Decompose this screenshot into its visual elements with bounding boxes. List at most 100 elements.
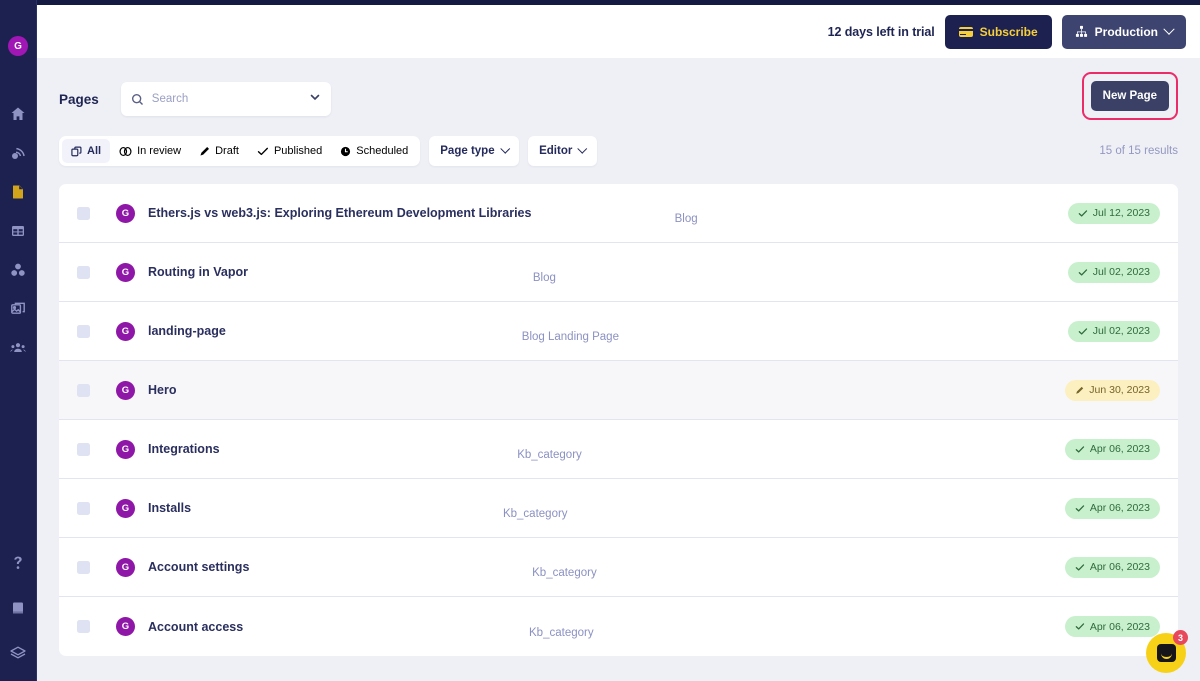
check-icon [1078,209,1087,217]
page-title-cell[interactable]: Account settings [148,560,249,574]
page-body: Pages New Page All [37,58,1200,681]
table-row[interactable]: Glanding-page Blog Landing Page Jul 02, 20… [59,302,1178,361]
search-input[interactable] [151,93,309,105]
status-date: Jul 02, 2023 [1092,325,1150,337]
status-filter-group: All In review Draft Published Scheduled [59,136,421,166]
avatar: G [116,439,135,459]
row-checkbox[interactable] [77,383,90,397]
results-count: 15 of 15 results [1099,145,1178,157]
subscribe-button[interactable]: Subscribe [944,14,1052,49]
pencil-icon [1076,386,1084,394]
page-title-cell[interactable]: Integrations [148,442,220,456]
page-title-cell[interactable]: Installs [148,501,191,515]
avatar: G [116,380,135,400]
status-date: Apr 06, 2023 [1089,561,1150,573]
page-type-dropdown-label: Page type [440,145,495,157]
media-icon[interactable] [8,299,28,319]
environment-selector[interactable]: Production [1061,14,1186,49]
table-row[interactable]: G Hero Jun 30, 2023 [59,361,1178,420]
editor-dropdown[interactable]: Editor [528,136,597,166]
status-badge: Jul 02, 2023 [1067,261,1160,283]
row-checkbox[interactable] [77,265,90,279]
table-row[interactable]: G Routing in Vapor Blog Jul 02, 2023 [59,243,1178,302]
status-badge: Apr 06, 2023 [1064,616,1160,637]
row-checkbox[interactable] [77,560,90,574]
unread-badge: 3 [1173,630,1188,645]
filter-tab-in-review[interactable]: In review [110,139,190,163]
status-badge: Apr 06, 2023 [1064,556,1160,578]
intercom-launcher-button[interactable]: 3 [1146,630,1188,673]
docs-icon[interactable] [8,598,28,618]
home-icon[interactable] [8,104,28,124]
page-type-label: Kb_category [532,567,597,579]
pages-icon[interactable] [8,182,28,202]
filter-tab-published[interactable]: Published [248,139,331,163]
check-icon [1075,445,1085,453]
avatar: G [116,617,135,636]
filter-tab-all[interactable]: All [62,139,111,163]
status-badge: Apr 06, 2023 [1064,497,1160,519]
avatar: G [116,262,135,282]
editor-dropdown-label: Editor [539,145,573,157]
status-date: Jul 02, 2023 [1092,266,1150,278]
workspace-avatar[interactable]: G [8,36,28,56]
page-title: Pages [59,91,99,107]
row-checkbox[interactable] [77,206,90,220]
check-icon [1075,563,1085,571]
search-container[interactable] [120,82,331,116]
sidebar-nav-bottom [8,553,28,663]
avatar: G [116,557,135,577]
filter-tab-scheduled[interactable]: Scheduled [331,139,417,163]
page-title-cell[interactable]: Ethers.js vs web3.js: Exploring Ethereum… [148,206,531,220]
filter-tab-draft[interactable]: Draft [190,139,248,163]
table-row[interactable]: G Account settings Kb_category Apr 06, 2023 [59,538,1178,597]
filter-tab-draft-label: Draft [215,145,239,157]
blog-icon[interactable] [8,143,28,163]
avatar: G [116,498,135,518]
page-title-cell[interactable]: Routing in Vapor [148,265,248,279]
row-checkbox[interactable] [77,501,90,515]
page-title-cell[interactable]: Account access [148,620,243,634]
status-date: Jun 30, 2023 [1089,384,1150,396]
page-type-label: Blog [532,272,556,284]
row-checkbox[interactable] [77,442,90,456]
table-row[interactable]: G Account access Kb_category Apr 06, 2023 [59,597,1178,656]
layers-icon[interactable] [8,643,28,663]
table-row[interactable]: G Ethers.js vs web3.js: Exploring Ethereu… [59,184,1178,243]
main-sidebar: G [0,0,37,681]
sidebar-nav [8,104,28,358]
search-icon [131,93,144,106]
search-dropdown-chevron-icon[interactable] [309,90,321,108]
row-checkbox[interactable] [77,324,90,338]
table-row[interactable]: G Installs Kb_category Apr 06, 2023 [59,479,1178,538]
status-badge: Jun 30, 2023 [1065,379,1160,401]
avatar: G [116,321,135,341]
status-date: Apr 06, 2023 [1089,502,1150,514]
filter-tab-published-label: Published [273,145,323,157]
status-badge: Jul 02, 2023 [1067,320,1160,342]
page-type-dropdown[interactable]: Page type [429,136,520,166]
page-title-cell[interactable]: landing-page [148,324,226,338]
row-checkbox[interactable] [77,620,90,633]
status-date: Apr 06, 2023 [1089,620,1150,633]
check-icon [1075,623,1085,630]
chevron-down-icon [500,143,510,153]
filter-tab-scheduled-label: Scheduled [356,145,409,157]
new-page-button[interactable]: New Page [1090,81,1169,111]
page-type-label: Kb_category [517,449,582,461]
check-icon [1078,327,1087,335]
help-icon[interactable] [8,553,28,573]
team-icon[interactable] [8,338,28,358]
chevron-down-icon [577,143,588,153]
subscribe-button-label: Subscribe [979,24,1038,39]
components-icon[interactable] [8,260,28,280]
status-badge: Jul 12, 2023 [1067,202,1160,224]
pages-toolbar: Pages New Page [37,58,1200,120]
trial-status-text: 12 days left in trial [827,24,935,39]
page-title-cell[interactable]: Hero [148,383,176,397]
collections-icon[interactable] [8,221,28,241]
table-row[interactable]: G Integrations Kb_category Apr 06, 2023 [59,420,1178,479]
status-badge: Apr 06, 2023 [1064,438,1160,460]
filter-tab-in-review-label: In review [137,145,182,157]
pages-list: G Ethers.js vs web3.js: Exploring Ethereu… [59,184,1178,656]
